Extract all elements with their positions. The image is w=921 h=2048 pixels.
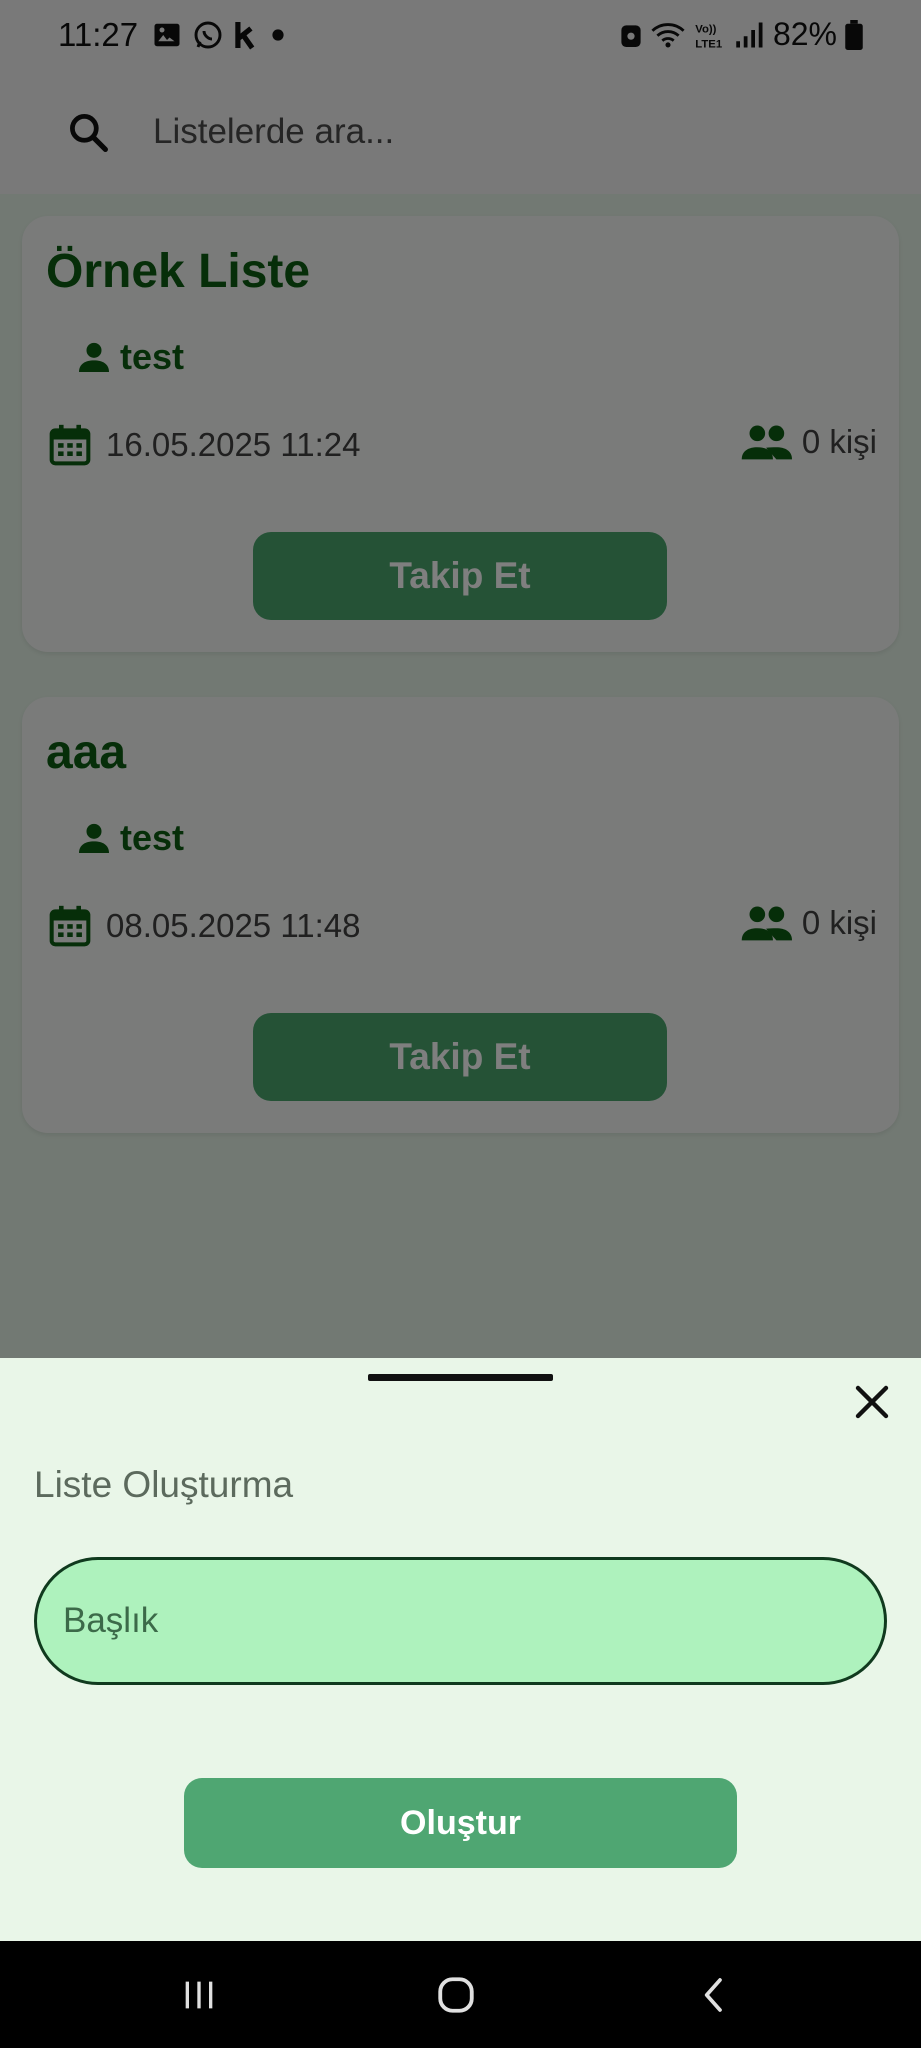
sheet-title: Liste Oluşturma <box>34 1464 294 1505</box>
recent-apps-icon <box>185 1981 213 2009</box>
back-button[interactable] <box>687 1967 743 2023</box>
home-icon <box>438 1977 474 2013</box>
navigation-bar <box>0 1941 921 2048</box>
recent-apps-button[interactable] <box>171 1967 227 2023</box>
drag-handle[interactable] <box>368 1374 553 1381</box>
back-icon <box>704 1978 722 2012</box>
create-button[interactable]: Oluştur <box>184 1778 737 1868</box>
create-list-sheet: Liste Oluşturma Oluştur <box>0 1358 921 1941</box>
title-input[interactable] <box>34 1557 887 1685</box>
home-button[interactable] <box>428 1967 484 2023</box>
close-icon <box>855 1385 889 1419</box>
close-button[interactable] <box>848 1378 896 1426</box>
